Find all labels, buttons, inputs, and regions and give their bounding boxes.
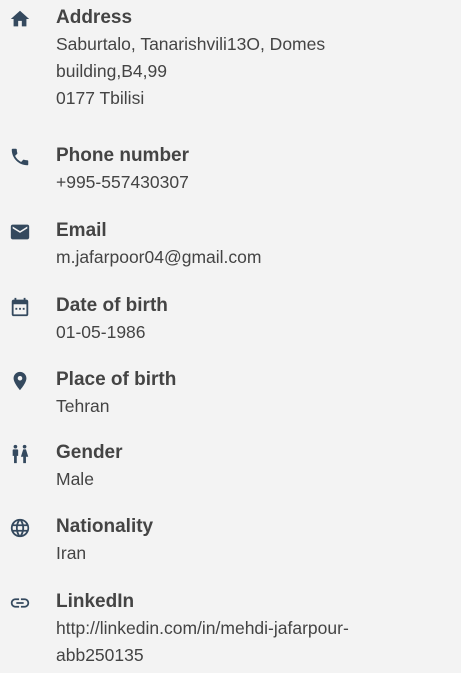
- email-icon: [8, 220, 32, 244]
- date-of-birth-value: 01-05-1986: [56, 322, 146, 342]
- linkedin-label: LinkedIn: [56, 591, 135, 612]
- phone-label: Phone number: [56, 145, 190, 166]
- linkedin-url-line-1[interactable]: http://linkedin.com/in/mehdi-jafarpour-: [56, 615, 455, 642]
- globe-icon: [8, 516, 32, 540]
- personal-details-list: Address Saburtalo, Tanarishvili13O, Dome…: [0, 0, 461, 673]
- address-line-1: Saburtalo, Tanarishvili13O, Domes: [56, 34, 326, 54]
- address-line-2: building,B4,99: [56, 61, 167, 81]
- phone-icon: [8, 145, 32, 169]
- place-of-birth-label: Place of birth: [56, 369, 177, 390]
- nationality-value: Iran: [56, 543, 87, 563]
- email-value: m.jafarpoor04@gmail.com: [56, 247, 262, 267]
- location-pin-icon: [8, 369, 32, 393]
- place-of-birth-value: Tehran: [56, 396, 110, 416]
- gender-value: Male: [56, 469, 94, 489]
- date-of-birth-label: Date of birth: [56, 295, 168, 316]
- home-icon: [8, 7, 32, 31]
- address-line-3: 0177 Tbilisi: [56, 88, 145, 108]
- gender-label: Gender: [56, 442, 123, 463]
- phone-value: +995-557430307: [56, 172, 189, 192]
- link-icon: [8, 591, 32, 615]
- linkedin-url-line-2[interactable]: abb250135: [56, 642, 455, 669]
- email-label: Email: [56, 220, 107, 241]
- gender-icon: [8, 442, 32, 466]
- address-label: Address: [56, 7, 133, 28]
- nationality-label: Nationality: [56, 516, 154, 537]
- calendar-icon: [8, 295, 32, 319]
